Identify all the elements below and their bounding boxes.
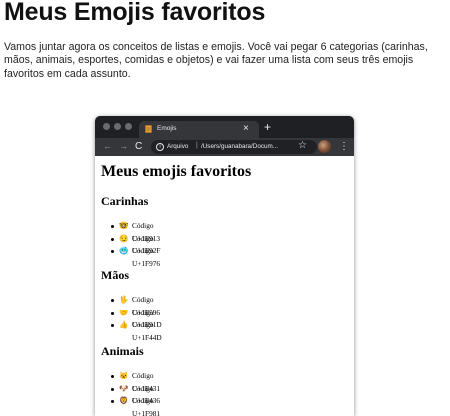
cat-face-emoji-icon: 🐱	[119, 371, 129, 380]
browser-window: Emojis × + ← → C i Arquivo | /Users/guan…	[95, 116, 354, 416]
address-bar[interactable]: i Arquivo | /Users/guanabara/Docum...	[151, 140, 317, 154]
section-title-animais: Animais	[101, 344, 144, 358]
tab-title: Emojis	[157, 125, 177, 132]
emoji-code: Código U+1F976	[132, 246, 161, 268]
dog-face-emoji-icon: 🐶	[119, 383, 129, 393]
page-content: Meus emojis favoritos Carinhas 🤓 Código U…	[95, 156, 354, 416]
emoji-code: Código U+1F44D	[132, 320, 162, 342]
url-separator: |	[196, 142, 198, 149]
forward-arrow-icon[interactable]: →	[119, 140, 128, 153]
document-intro: Vamos juntar agora os conceitos de lista…	[4, 41, 428, 80]
handshake-emoji-icon: 🤝	[119, 307, 129, 317]
info-icon[interactable]: i	[156, 143, 164, 151]
document-title: Meus Emojis favoritos	[4, 0, 266, 26]
close-window-button[interactable]	[103, 123, 110, 130]
reload-icon[interactable]: C	[135, 140, 142, 153]
smirk-face-emoji-icon: 😏	[119, 233, 129, 243]
document-icon	[145, 125, 152, 135]
bookmark-star-icon[interactable]: ☆	[298, 139, 307, 153]
thumbs-up-emoji-icon: 👍	[119, 320, 129, 329]
cold-face-emoji-icon: 🥶	[119, 246, 129, 255]
page-heading: Meus emojis favoritos	[101, 163, 252, 180]
section-title-carinhas: Carinhas	[101, 194, 149, 208]
browser-toolbar: ← → C i Arquivo | /Users/guanabara/Docum…	[95, 138, 354, 156]
url-path: /Users/guanabara/Docum...	[201, 143, 278, 150]
new-tab-button[interactable]: +	[264, 121, 271, 133]
back-arrow-icon[interactable]: ←	[103, 140, 112, 153]
nerd-face-emoji-icon: 🤓	[119, 221, 129, 230]
vulcan-hand-emoji-icon: 🖖	[119, 295, 129, 304]
avatar[interactable]	[318, 140, 331, 153]
close-icon[interactable]: ×	[243, 123, 249, 135]
minimize-window-button[interactable]	[114, 123, 121, 130]
menu-icon[interactable]: ⋮	[339, 140, 349, 153]
lion-face-emoji-icon: 🦁	[119, 396, 129, 405]
url-scheme-label: Arquivo	[167, 143, 189, 150]
section-title-maos: Mãos	[101, 268, 129, 282]
maximize-window-button[interactable]	[125, 123, 132, 130]
tab-emojis[interactable]: Emojis ×	[139, 121, 259, 138]
browser-titlebar: Emojis × +	[95, 116, 354, 138]
